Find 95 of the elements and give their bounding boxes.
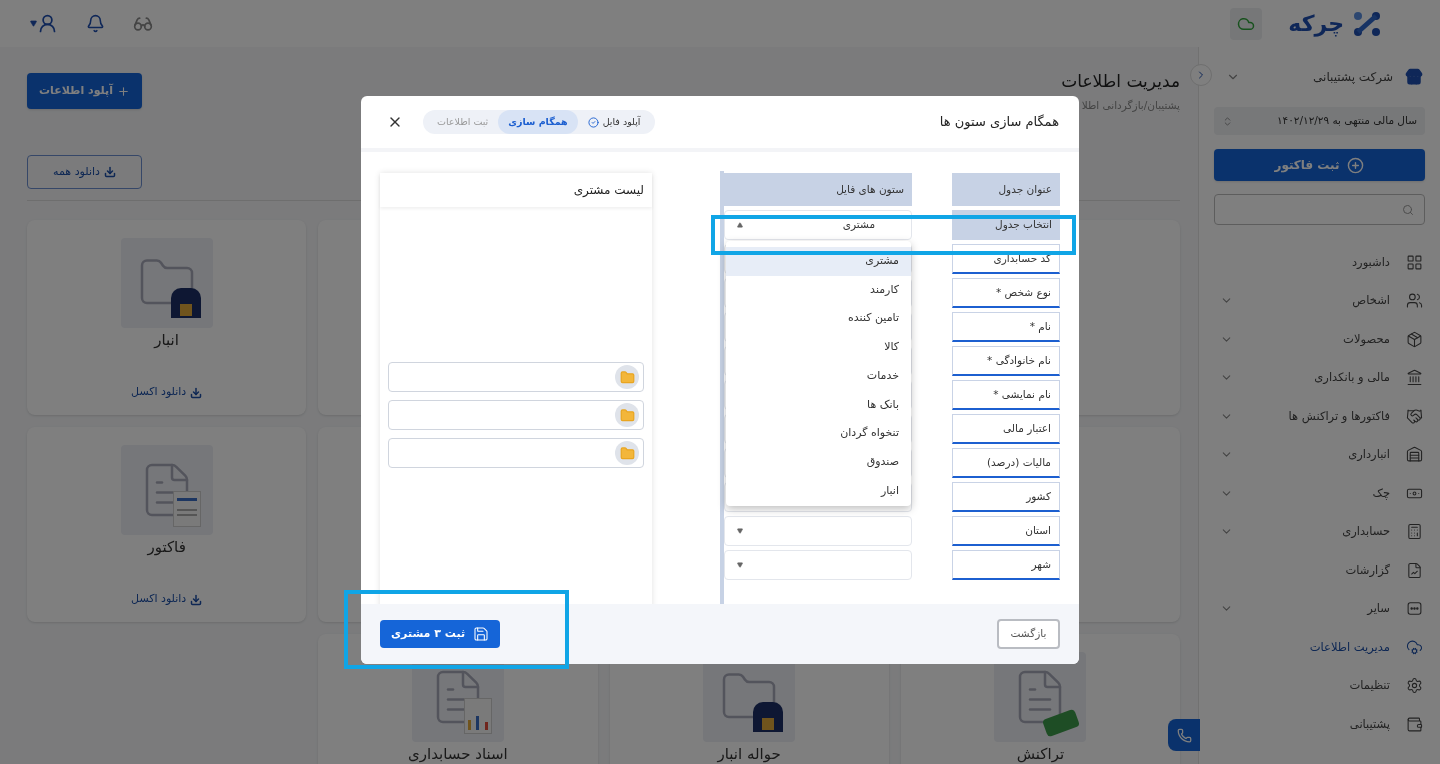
sidebar-item[interactable]: مدیریت اطلاعات: [1214, 628, 1425, 667]
download-excel-link[interactable]: دانلود اکسل: [131, 384, 203, 401]
check-circle-icon: [587, 116, 599, 128]
logo-icon: [1352, 9, 1382, 38]
warehouse-icon: [1406, 446, 1423, 464]
sidebar-item[interactable]: اشخاص: [1214, 281, 1425, 320]
settings-icon: [1406, 677, 1423, 695]
calculator-icon: [1406, 523, 1423, 541]
dropdown-option[interactable]: صندوق: [726, 447, 911, 477]
download-icon: [190, 386, 203, 399]
box-icon: [1406, 330, 1423, 348]
back-button[interactable]: بازگشت: [997, 619, 1060, 649]
card-title: فاکتور: [147, 538, 186, 556]
search-icon: [1402, 203, 1414, 216]
dropdown-option[interactable]: بانک ها: [726, 390, 911, 420]
column-select[interactable]: [724, 516, 912, 546]
cloud-gear-icon: [1406, 638, 1423, 656]
step: همگام سازی: [498, 110, 578, 134]
company-selector[interactable]: شرکت پشتیبانی: [1214, 65, 1425, 89]
field-label: نوع شخص *: [952, 278, 1060, 308]
page-subtitle: پشتیبان/بازگردانی اطلا: [1080, 98, 1180, 114]
sidebar-item[interactable]: مالی و بانکداری: [1214, 358, 1425, 397]
phone-icon: [1176, 727, 1192, 743]
dropdown-option[interactable]: تامین کننده: [726, 304, 911, 334]
dropdown-option[interactable]: کالا: [726, 333, 911, 362]
panel-title: لیست مشتری: [380, 173, 652, 207]
dropdown-option[interactable]: انبار: [726, 476, 911, 506]
dropdown-option[interactable]: کارمند: [726, 275, 911, 305]
upload-data-button[interactable]: آپلود اطلاعات: [27, 73, 142, 109]
cloud-sync-button[interactable]: [1230, 7, 1263, 40]
caret-icon: [737, 222, 743, 228]
step: ثبت اطلاعات: [427, 110, 499, 134]
sidebar-item[interactable]: محصولات: [1214, 320, 1425, 359]
sidebar-item[interactable]: تنظیمات: [1214, 666, 1425, 705]
user-menu-button[interactable]: [30, 13, 58, 34]
wallet-icon: [1406, 715, 1423, 733]
bank-icon: [1406, 369, 1423, 387]
user-icon: [37, 13, 58, 34]
card-title: حواله انبار: [717, 745, 781, 763]
card-title: تراکنش: [1016, 745, 1065, 763]
download-icon: [190, 593, 203, 606]
download-excel-link[interactable]: دانلود اکسل: [131, 591, 203, 608]
field-label: شهر: [952, 550, 1060, 580]
card-title: اسناد حسابداری: [408, 745, 508, 763]
sidebar-item[interactable]: گزارشات: [1214, 551, 1425, 590]
caret-icon: [737, 562, 743, 568]
store-icon: [1405, 68, 1423, 86]
sidebar-item[interactable]: چک: [1214, 474, 1425, 513]
caret-icon: [30, 20, 37, 27]
call-support-button[interactable]: [1168, 719, 1200, 751]
plus-icon: [117, 84, 130, 98]
sidebar-item[interactable]: سایر: [1214, 589, 1425, 628]
dots-square-icon: [1406, 600, 1423, 618]
fiscal-year-select[interactable]: سال مالی منتهی به ۱۴۰۲/۱۲/۲۹: [1214, 107, 1425, 135]
field-label: استان: [952, 516, 1060, 546]
download-all-button[interactable]: دانلود همه: [27, 154, 142, 189]
dialog-title: همگام سازی ستون ها: [939, 113, 1059, 132]
field-label: کشور: [952, 482, 1060, 512]
submit-button[interactable]: ثبت ۳ مشتری: [380, 620, 500, 648]
column-header: عنوان جدول: [952, 173, 1060, 206]
plus-circle-icon: [1347, 156, 1365, 174]
card-title: انبار: [154, 331, 179, 349]
sidebar-item[interactable]: حسابداری: [1214, 512, 1425, 551]
sidebar-item[interactable]: پشتیبانی: [1214, 705, 1425, 744]
scrollbar[interactable]: [720, 171, 724, 604]
sidebar-item[interactable]: انبارداری: [1214, 435, 1425, 474]
sidebar-collapse-button[interactable]: [1190, 64, 1212, 86]
column-header: ستون های فایل: [724, 173, 912, 206]
dropdown-option[interactable]: خدمات: [726, 361, 911, 391]
drop-slot[interactable]: [388, 362, 644, 392]
page-title: مدیریت اطلاعات: [1061, 73, 1180, 90]
chart-document-icon: [1406, 561, 1423, 579]
drop-slot[interactable]: [388, 438, 644, 468]
people-icon: [1406, 292, 1423, 310]
search-field[interactable]: [1214, 194, 1425, 225]
handshake-icon: [1406, 407, 1423, 425]
dropdown-option[interactable]: تنخواه گردان: [726, 419, 911, 448]
save-icon: [473, 626, 490, 642]
sidebar-item[interactable]: فاکتورها و تراکنش ها: [1214, 397, 1425, 436]
field-label: نام خانوادگی *: [952, 346, 1060, 376]
drop-slot[interactable]: [388, 400, 644, 430]
caret-icon: [737, 528, 743, 534]
step: آپلود فایل: [577, 110, 651, 134]
download-icon: [103, 165, 116, 178]
field-label: نام نمایشی *: [952, 380, 1060, 410]
field-label: اعتبار مالی: [952, 414, 1060, 444]
sidebar-item[interactable]: داشبورد: [1214, 243, 1425, 282]
notification-bell-icon[interactable]: [86, 14, 105, 33]
up-down-chevron-icon: [1222, 115, 1233, 127]
field-label: نام *: [952, 312, 1060, 342]
column-select[interactable]: [724, 550, 912, 580]
new-invoice-button[interactable]: ثبت فاکتور: [1214, 149, 1425, 181]
grid-icon: [1406, 253, 1423, 271]
logo-text: چرکه: [1288, 10, 1344, 39]
field-label: مالیات (درصد): [952, 448, 1060, 478]
